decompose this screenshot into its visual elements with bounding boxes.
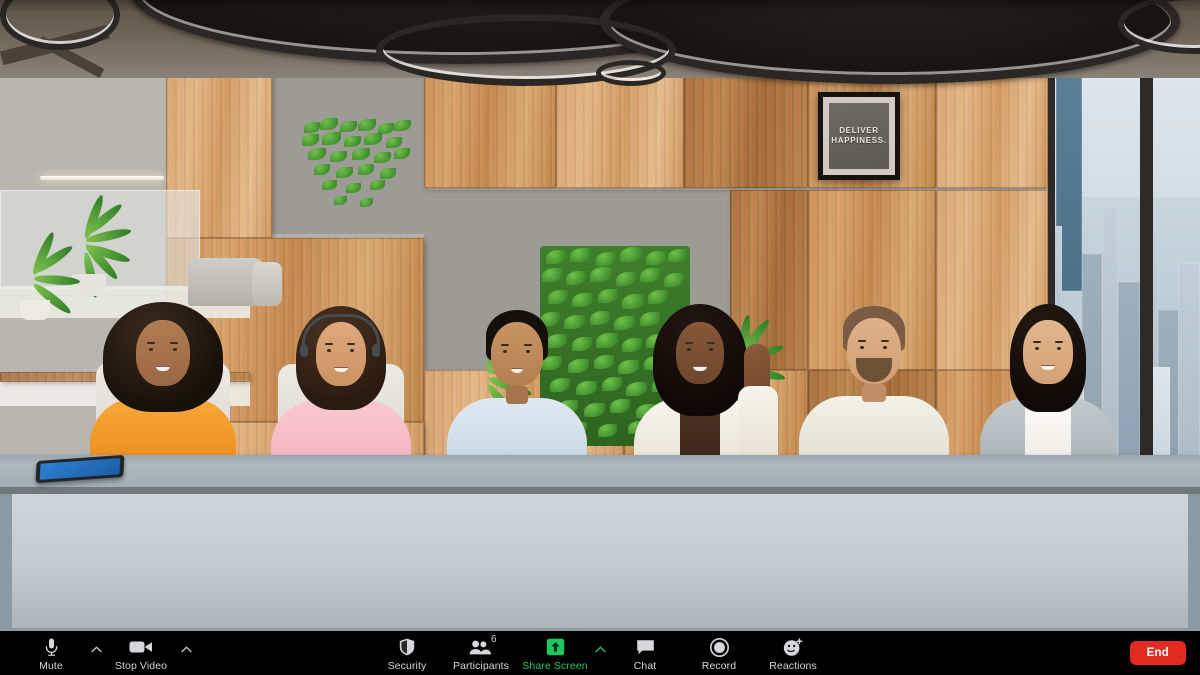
stage-top-shadow <box>0 0 1200 12</box>
poster-line-2: HAPPINESS. <box>831 136 887 145</box>
participants-label: Participants <box>452 659 510 672</box>
reactions-button[interactable]: Reactions <box>756 635 830 672</box>
conference-table-edge <box>0 487 1200 494</box>
city-building <box>1178 263 1200 470</box>
video-options-caret[interactable] <box>178 639 194 661</box>
participant-face <box>491 322 543 386</box>
toolbar-right-group: End <box>1129 641 1186 665</box>
shield-icon <box>399 638 415 657</box>
stop-video-button[interactable]: Stop Video <box>104 635 178 672</box>
participant-3[interactable] <box>446 302 588 470</box>
poster-matte: DELIVER HAPPINESS. <box>823 97 895 175</box>
participant-neck <box>862 384 886 402</box>
participant-face <box>136 320 190 386</box>
headset-earcup <box>372 344 380 357</box>
led-light-bar <box>40 176 164 180</box>
participant-face <box>847 318 901 384</box>
participant-face <box>676 322 724 384</box>
security-label: Security <box>387 659 427 672</box>
chat-button[interactable]: Chat <box>608 635 682 672</box>
participant-1[interactable] <box>88 300 238 470</box>
participants-button[interactable]: 6 Participants <box>444 634 518 672</box>
participant-4[interactable] <box>620 300 780 470</box>
participant-6[interactable] <box>978 300 1118 470</box>
people-icon: 6 <box>469 634 497 657</box>
share-screen-label: Share Screen <box>522 659 588 672</box>
stop-video-label: Stop Video <box>114 659 168 672</box>
chat-label: Chat <box>633 659 657 672</box>
participant-5[interactable] <box>798 300 950 470</box>
record-circle-icon <box>709 637 729 657</box>
record-button[interactable]: Record <box>682 635 756 672</box>
chat-bubble-icon <box>636 638 655 657</box>
pendant-light-ring[interactable] <box>596 60 666 86</box>
mute-button[interactable]: Mute <box>14 635 88 672</box>
security-button[interactable]: Security <box>370 635 444 672</box>
record-label: Record <box>701 659 737 672</box>
end-meeting-button[interactable]: End <box>1129 641 1186 665</box>
share-arrow-icon <box>546 638 565 657</box>
reactions-label: Reactions <box>769 659 817 672</box>
zoom-meeting-window: DELIVER HAPPINESS. Mute Stop Video Secur… <box>0 0 1200 675</box>
participant-neck <box>506 386 528 404</box>
city-building <box>1118 282 1140 470</box>
headset-earcup <box>300 344 308 357</box>
conference-table-front <box>12 494 1188 628</box>
potted-palm <box>0 230 90 320</box>
meeting-toolbar: Mute Stop Video Security 6 Participants … <box>0 631 1200 675</box>
video-stage[interactable]: DELIVER HAPPINESS. <box>0 0 1200 631</box>
toolbar-center-group: Security 6 Participants Share Screen Cha… <box>370 634 830 672</box>
wood-panel <box>684 62 808 188</box>
smiley-plus-icon <box>783 637 803 657</box>
audio-options-caret[interactable] <box>88 639 104 661</box>
beard <box>856 358 892 382</box>
poster-artwork: DELIVER HAPPINESS. <box>829 103 889 169</box>
share-screen-button[interactable]: Share Screen <box>518 635 592 672</box>
participants-count: 6 <box>491 633 497 645</box>
share-options-caret[interactable] <box>592 639 608 661</box>
participant-face <box>1023 320 1073 384</box>
poster-line-1: DELIVER <box>839 126 879 135</box>
participant-2[interactable] <box>268 300 414 470</box>
tablet-screen <box>39 458 121 480</box>
microphone-icon <box>45 638 58 657</box>
framed-poster: DELIVER HAPPINESS. <box>818 92 900 180</box>
conference-table-top <box>0 455 1200 489</box>
mute-label: Mute <box>39 659 63 672</box>
camera-icon <box>129 638 153 657</box>
hanging-plant <box>300 118 416 218</box>
toolbar-left-group: Mute Stop Video <box>14 635 194 672</box>
